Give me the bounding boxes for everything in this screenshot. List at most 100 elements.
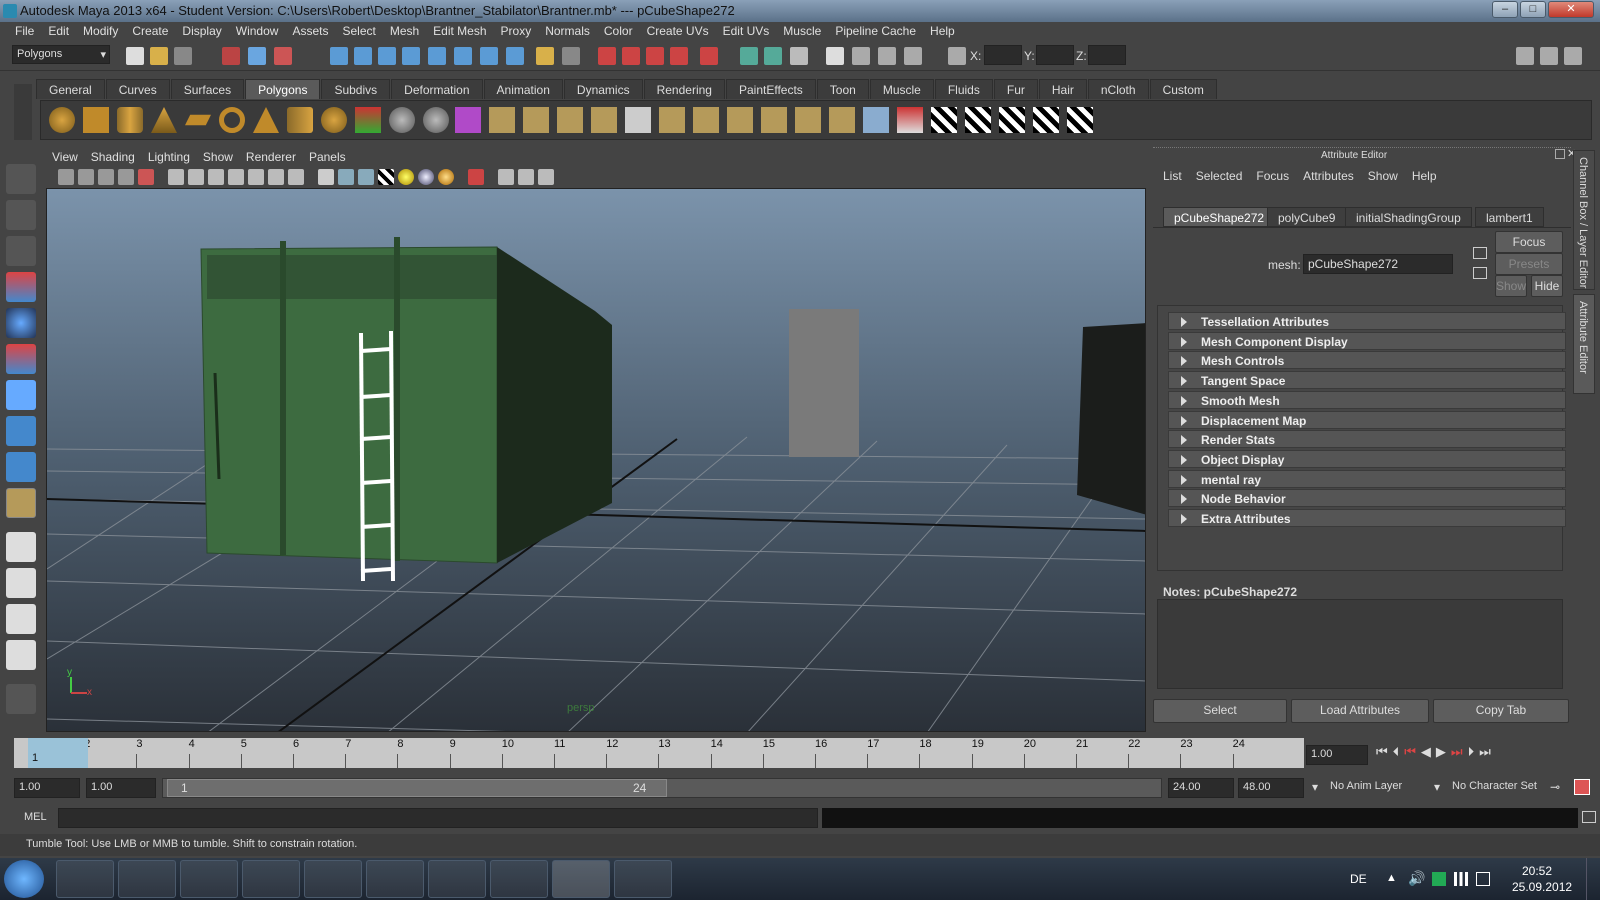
- attr-menu-attributes[interactable]: Attributes: [1303, 169, 1354, 183]
- step-back-key-icon[interactable]: ⏮: [1404, 744, 1416, 760]
- viewport-menu-view[interactable]: View: [52, 147, 87, 166]
- shelf-tab-painteffects[interactable]: PaintEffects: [725, 79, 816, 99]
- go-to-start-icon[interactable]: ⏮: [1376, 744, 1388, 760]
- select-component-icon[interactable]: [274, 47, 292, 65]
- snap-grid-icon[interactable]: [330, 47, 348, 65]
- attr-menu-selected[interactable]: Selected: [1196, 169, 1243, 183]
- bridge-icon[interactable]: [523, 107, 549, 133]
- select-camera-icon[interactable]: [58, 169, 74, 185]
- persp-outliner-layout-icon[interactable]: [6, 604, 36, 634]
- insert-edge-loop-icon[interactable]: [625, 107, 651, 133]
- mel-label[interactable]: MEL: [24, 811, 47, 823]
- language-indicator[interactable]: DE: [1350, 872, 1367, 886]
- gimp-taskbar-icon[interactable]: [614, 860, 672, 898]
- safe-title-icon[interactable]: [288, 169, 304, 185]
- playback-start-field[interactable]: 1.00: [86, 778, 156, 798]
- high-quality-icon[interactable]: [438, 169, 454, 185]
- viewport-menu-show[interactable]: Show: [203, 147, 242, 166]
- chevron-down-icon[interactable]: ▾: [1312, 780, 1318, 794]
- chevron-down-icon[interactable]: ▾: [1434, 780, 1440, 794]
- shelf-tab-hair[interactable]: Hair: [1038, 79, 1087, 99]
- single-perspective-layout-icon[interactable]: [6, 532, 36, 562]
- attribute-editor-toggle-icon[interactable]: [1540, 47, 1558, 65]
- channel-box-toggle-icon[interactable]: [1564, 47, 1582, 65]
- range-slider-handle[interactable]: [167, 779, 667, 797]
- playback-end-field[interactable]: 24.00: [1168, 778, 1234, 798]
- menu-proxy[interactable]: Proxy: [494, 22, 539, 41]
- show-desktop-button[interactable]: [1586, 858, 1600, 900]
- select-object-icon[interactable]: [248, 47, 266, 65]
- ipr-icon[interactable]: [764, 47, 782, 65]
- viewport-menu-lighting[interactable]: Lighting: [148, 147, 199, 166]
- attr-section-smooth-mesh[interactable]: Smooth Mesh: [1168, 390, 1566, 409]
- menu-edit-mesh[interactable]: Edit Mesh: [426, 22, 493, 41]
- scale-tool-icon[interactable]: [6, 344, 36, 374]
- bevel-icon[interactable]: [659, 107, 685, 133]
- extract-icon[interactable]: [829, 107, 855, 133]
- shelf-tab-custom[interactable]: Custom: [1149, 79, 1217, 99]
- wire-on-shaded-icon[interactable]: [358, 169, 374, 185]
- merge-icon[interactable]: [693, 107, 719, 133]
- help-icon[interactable]: [506, 47, 524, 65]
- universal-manipulator-icon[interactable]: [6, 380, 36, 410]
- attr-section-displacement-map[interactable]: Displacement Map: [1168, 410, 1566, 429]
- output-connections-icon[interactable]: [1473, 267, 1487, 279]
- menu-window[interactable]: Window: [229, 22, 286, 41]
- extrude-icon[interactable]: [489, 107, 515, 133]
- attr-section-mesh-controls[interactable]: Mesh Controls: [1168, 351, 1566, 370]
- uv-snapshot-icon[interactable]: [1033, 107, 1059, 133]
- x-field[interactable]: [984, 45, 1022, 65]
- volume-icon[interactable]: 🔊: [1408, 870, 1425, 887]
- ipr-render-icon[interactable]: [480, 47, 498, 65]
- poly-torus-icon[interactable]: [219, 107, 245, 133]
- game-taskbar-icon[interactable]: [304, 860, 362, 898]
- poly-sphere-icon[interactable]: [49, 107, 75, 133]
- media-player-taskbar-icon[interactable]: [180, 860, 238, 898]
- shelf-tab-deformation[interactable]: Deformation: [391, 79, 483, 99]
- uv-layout-icon[interactable]: [965, 107, 991, 133]
- menu-color[interactable]: Color: [597, 22, 640, 41]
- attribute-editor-side-tab[interactable]: Attribute Editor: [1573, 294, 1595, 394]
- shelf-tab-animation[interactable]: Animation: [483, 79, 563, 99]
- persp-graph-layout-icon[interactable]: [6, 640, 36, 670]
- graph-editor-icon[interactable]: [904, 47, 922, 65]
- shelf-menu-icon[interactable]: [14, 84, 32, 140]
- play-backwards-icon[interactable]: ◀: [1421, 744, 1431, 760]
- action-center-icon[interactable]: [1476, 872, 1490, 886]
- shelf-tab-muscle[interactable]: Muscle: [869, 79, 934, 99]
- menu-display[interactable]: Display: [175, 22, 228, 41]
- animation-start-field[interactable]: 1.00: [14, 778, 80, 798]
- attr-section-node-behavior[interactable]: Node Behavior: [1168, 489, 1566, 508]
- animation-end-field[interactable]: 48.00: [1238, 778, 1304, 798]
- xray-icon[interactable]: [498, 169, 514, 185]
- office-taskbar-icon[interactable]: [118, 860, 176, 898]
- focus-button[interactable]: Focus: [1495, 231, 1563, 253]
- close-button[interactable]: ✕: [1548, 1, 1594, 18]
- camera-attributes-icon[interactable]: [78, 169, 94, 185]
- save-scene-icon[interactable]: [174, 47, 192, 65]
- channel-box-side-tab[interactable]: Channel Box / Layer Editor: [1573, 150, 1595, 290]
- shelf-tab-subdivs[interactable]: Subdivs: [321, 79, 391, 99]
- isolate-select-icon[interactable]: [468, 169, 484, 185]
- auto-key-icon[interactable]: ⊸: [1550, 780, 1560, 794]
- snap-point-icon[interactable]: [378, 47, 396, 65]
- attr-tab-lambert1[interactable]: lambert1: [1475, 207, 1544, 227]
- time-slider[interactable]: 123456789101112131415161718192021222324 …: [14, 738, 1304, 768]
- current-time-field[interactable]: 1.00: [1306, 745, 1368, 765]
- menu-set-dropdown[interactable]: Polygons ▾: [12, 45, 110, 64]
- poly-cone-icon[interactable]: [151, 107, 177, 133]
- show-button[interactable]: Show: [1495, 275, 1527, 297]
- spotify-taskbar-icon[interactable]: [366, 860, 424, 898]
- minimize-button[interactable]: –: [1492, 1, 1518, 18]
- menu-help[interactable]: Help: [923, 22, 962, 41]
- chrome-taskbar-icon[interactable]: [428, 860, 486, 898]
- make-live-icon[interactable]: [646, 47, 664, 65]
- lasso-tool-icon[interactable]: [6, 200, 36, 230]
- smooth-shade-icon[interactable]: [338, 169, 354, 185]
- shelf-tab-fluids[interactable]: Fluids: [934, 79, 993, 99]
- green-box-mesh[interactable]: [200, 237, 612, 564]
- menu-edit-uvs[interactable]: Edit UVs: [716, 22, 777, 41]
- xray-joints-icon[interactable]: [518, 169, 534, 185]
- animation-preferences-icon[interactable]: [1574, 779, 1590, 795]
- notes-textarea[interactable]: [1157, 599, 1563, 689]
